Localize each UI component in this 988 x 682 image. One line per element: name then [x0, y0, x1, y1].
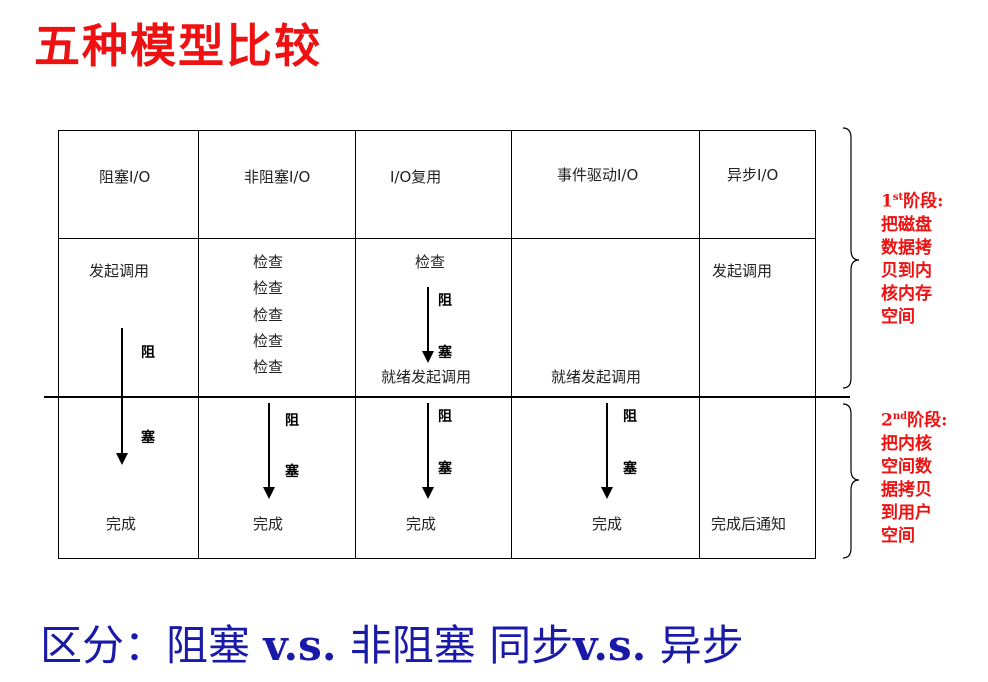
- stage1-line1: 1st阶段:: [881, 191, 944, 212]
- stage1-line3: 数据拷: [881, 237, 932, 258]
- stage1-line5: 核内存: [881, 283, 932, 304]
- footer-prefix: 区分：: [40, 621, 167, 670]
- stage2-line2: 把内核: [881, 433, 932, 454]
- stage2-line4: 据拷贝: [881, 479, 932, 500]
- footer-vs: v.s.: [263, 621, 337, 670]
- stage1-line4: 贝到内: [881, 260, 932, 281]
- stage1-line2: 把磁盘: [881, 214, 932, 235]
- footer-vs: v.s.: [573, 621, 647, 670]
- stage1-brace: [842, 127, 860, 389]
- stage1-line6: 空间: [881, 306, 915, 327]
- stage2-line5: 到用户: [881, 502, 932, 523]
- footer-summary: 区分：阻塞 v.s. 非阻塞 同步v.s. 异步: [40, 612, 744, 673]
- footer-async: 异步: [646, 621, 744, 670]
- stage2-brace: [842, 403, 860, 559]
- stage-braces: [842, 127, 860, 559]
- stage2-line3: 空间数: [881, 456, 932, 477]
- stage2-label: 2nd阶段: 把内核 空间数 据拷贝 到用户 空间: [881, 405, 947, 548]
- footer-nonblocking: 非阻塞 同步: [336, 621, 574, 670]
- stage2-line1: 2nd阶段:: [881, 410, 948, 431]
- stage1-label: 1st阶段: 把磁盘 数据拷 贝到内 核内存 空间: [881, 186, 943, 329]
- footer-blocking: 阻塞: [166, 621, 264, 670]
- stage2-line6: 空间: [881, 525, 915, 546]
